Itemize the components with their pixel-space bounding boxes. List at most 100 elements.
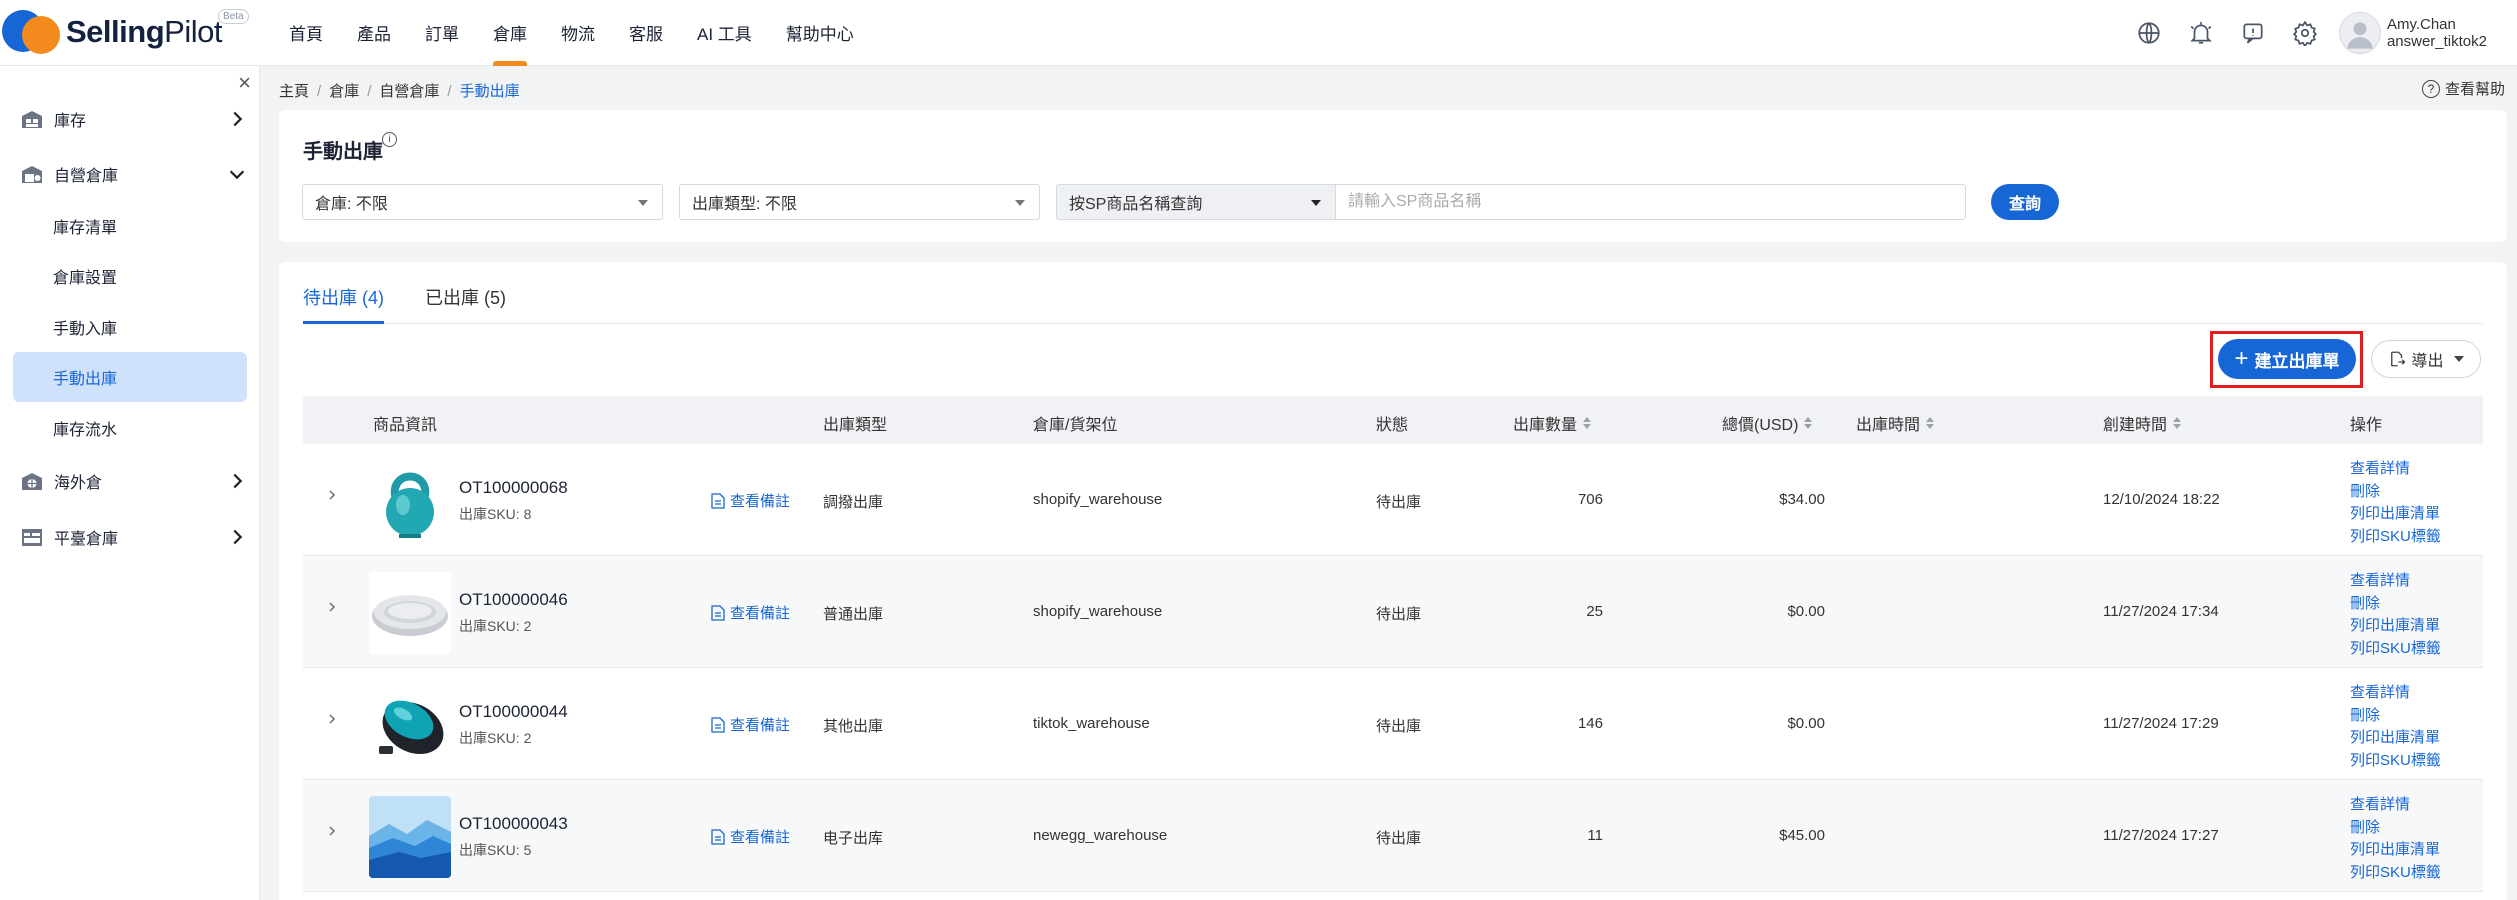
expand-chevron-icon[interactable] [325, 824, 339, 838]
top-navigation-bar: SellingPilot Beta 首頁 產品 訂單 倉庫 物流 客服 AI 工… [0, 0, 2517, 66]
sidebar-item-inventory-flow[interactable]: 庫存流水 [13, 403, 247, 453]
user-name: Amy.Chan [2386, 16, 2456, 33]
sidebar-group-own-warehouse[interactable]: 自營倉庫 [0, 152, 260, 196]
sidebar-group-platform-warehouse[interactable]: 平臺倉庫 [0, 515, 260, 559]
sidebar-item-inventory-list[interactable]: 庫存清單 [13, 201, 247, 251]
sidebar-item-warehouse-settings[interactable]: 倉庫設置 [13, 251, 247, 301]
print-outbound-list-link[interactable]: 列印出庫清單 [2350, 839, 2441, 862]
delete-link[interactable]: 刪除 [2350, 593, 2441, 616]
view-details-link[interactable]: 查看詳情 [2350, 458, 2441, 481]
col-outbound-qty[interactable]: 出庫數量 [1513, 411, 1592, 435]
settings-gear-icon[interactable] [2279, 0, 2331, 66]
expand-chevron-icon[interactable] [325, 600, 339, 614]
nav-orders[interactable]: 訂單 [408, 0, 476, 66]
print-sku-label-link[interactable]: 列印SKU標籤 [2350, 526, 2441, 549]
sidebar-group-inventory[interactable]: 庫存 [0, 97, 260, 141]
view-details-link[interactable]: 查看詳情 [2350, 794, 2441, 817]
breadcrumb-home[interactable]: 主頁 [279, 83, 309, 100]
expand-chevron-icon[interactable] [325, 488, 339, 502]
print-sku-label-link[interactable]: 列印SKU標籤 [2350, 750, 2441, 773]
col-product-info: 商品資訊 [373, 417, 438, 434]
info-icon[interactable]: i [382, 132, 397, 147]
globe-icon[interactable] [2123, 0, 2175, 66]
selling-pilot-logo[interactable]: SellingPilot Beta [0, 0, 260, 66]
nav-logistics[interactable]: 物流 [544, 0, 612, 66]
col-warehouse-shelf: 倉庫/貨架位 [1033, 417, 1118, 434]
warehouse-name: shopify_warehouse [1033, 603, 1163, 620]
order-number[interactable]: OT100000043 [459, 814, 568, 834]
status-text: 待出庫 [1376, 606, 1422, 623]
user-info: Amy.Chan answer_tiktok2 [2387, 16, 2487, 50]
create-outbound-button[interactable]: + 建立出庫單 [2218, 339, 2356, 379]
sidebar-group-overseas-warehouse[interactable]: 海外倉 [0, 459, 260, 503]
col-created-time[interactable]: 創建時間 [2103, 411, 2182, 435]
sidebar-group-label: 庫存 [54, 113, 87, 130]
breadcrumb-warehouse[interactable]: 倉庫 [329, 83, 359, 100]
delete-link[interactable]: 刪除 [2350, 705, 2441, 728]
tab-pending-outbound[interactable]: 待出庫 (4) [303, 284, 384, 324]
print-outbound-list-link[interactable]: 列印出庫清單 [2350, 503, 2441, 526]
export-label: 導出 [2411, 353, 2444, 370]
col-total-price[interactable]: 總價(USD) [1722, 411, 1813, 435]
chevron-right-icon [233, 473, 243, 489]
nav-products[interactable]: 產品 [340, 0, 408, 66]
search-type-value: 按SP商品名稱查詢 [1069, 196, 1203, 213]
expand-chevron-icon[interactable] [325, 712, 339, 726]
help-link[interactable]: ? 查看幫助 [2421, 78, 2505, 99]
notification-bell-icon[interactable] [2175, 0, 2227, 66]
col-outbound-time[interactable]: 出庫時間 [1856, 411, 1935, 435]
sort-icon [1804, 417, 1813, 429]
nav-home[interactable]: 首頁 [272, 0, 340, 66]
print-sku-label-link[interactable]: 列印SKU標籤 [2350, 862, 2441, 885]
created-time: 11/27/2024 17:29 [2103, 715, 2219, 732]
order-number[interactable]: OT100000046 [459, 590, 568, 610]
close-icon[interactable]: × [238, 70, 251, 96]
print-outbound-list-link[interactable]: 列印出庫清單 [2350, 727, 2441, 750]
breadcrumb-current: 手動出庫 [459, 83, 520, 100]
nav-ai-tools[interactable]: AI 工具 [680, 0, 769, 66]
view-note-link[interactable]: 查看備註 [711, 714, 790, 735]
nav-help-center[interactable]: 幫助中心 [769, 0, 871, 66]
warehouse-select-value: 倉庫: 不限 [315, 196, 388, 213]
order-number[interactable]: OT100000068 [459, 478, 568, 498]
view-note-link[interactable]: 查看備註 [711, 826, 790, 847]
status-text: 待出庫 [1376, 494, 1422, 511]
search-input[interactable] [1336, 184, 1966, 220]
sidebar-item-manual-inbound[interactable]: 手動入庫 [13, 302, 247, 352]
query-button[interactable]: 查詢 [1991, 184, 2059, 220]
nav-warehouse[interactable]: 倉庫 [476, 0, 544, 66]
print-outbound-list-link[interactable]: 列印出庫清單 [2350, 615, 2441, 638]
outbound-type-select[interactable]: 出庫類型: 不限 [679, 184, 1040, 220]
nav-customer-service[interactable]: 客服 [612, 0, 680, 66]
message-icon[interactable] [2227, 0, 2279, 66]
order-number[interactable]: OT100000044 [459, 702, 568, 722]
status-tabs: 待出庫 (4) 已出庫 (5) [303, 262, 2483, 324]
sidebar: × 庫存 自營倉庫 庫存清單 倉庫設置 手動入庫 手動出庫 庫存流水 海外倉 平… [0, 66, 260, 900]
overseas-warehouse-icon [22, 473, 42, 490]
print-sku-label-link[interactable]: 列印SKU標籤 [2350, 638, 2441, 661]
total-price: $45.00 [1779, 827, 1825, 844]
export-button[interactable]: 導出 [2371, 340, 2481, 378]
warehouse-select[interactable]: 倉庫: 不限 [302, 184, 663, 220]
warehouse-icon [22, 111, 42, 128]
sidebar-group-label: 海外倉 [54, 475, 103, 492]
avatar [2338, 12, 2381, 54]
tab-completed-outbound[interactable]: 已出庫 (5) [425, 284, 506, 324]
sidebar-group-label: 自營倉庫 [54, 168, 119, 185]
delete-link[interactable]: 刪除 [2350, 481, 2441, 504]
warehouse-name: tiktok_warehouse [1033, 715, 1150, 732]
search-type-select[interactable]: 按SP商品名稱查詢 [1056, 184, 1336, 220]
table-row: OT100000043 出庫SKU: 5 查看備註 电子出库 newegg_wa… [303, 780, 2483, 892]
total-price: $34.00 [1779, 491, 1825, 508]
delete-link[interactable]: 刪除 [2350, 817, 2441, 840]
tray-thumbnail [369, 572, 451, 654]
view-details-link[interactable]: 查看詳情 [2350, 570, 2441, 593]
plus-icon: + [2234, 345, 2249, 372]
breadcrumb-own-warehouse[interactable]: 自營倉庫 [379, 83, 439, 100]
user-menu[interactable]: Amy.Chan answer_tiktok2 [2338, 12, 2487, 54]
view-details-link[interactable]: 查看詳情 [2350, 682, 2441, 705]
sidebar-item-manual-outbound[interactable]: 手動出庫 [13, 352, 247, 402]
view-note-link[interactable]: 查看備註 [711, 602, 790, 623]
view-note-link[interactable]: 查看備註 [711, 490, 790, 511]
table-row: OT100000044 出庫SKU: 2 查看備註 其他出庫 tiktok_wa… [303, 668, 2483, 780]
